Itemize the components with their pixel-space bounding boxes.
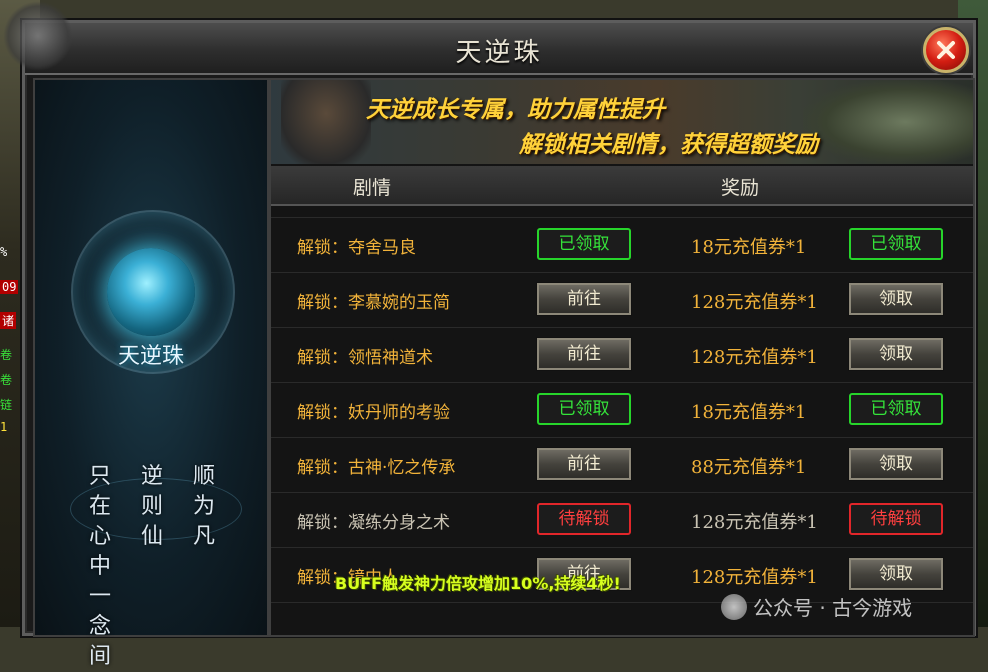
claim-button[interactable]: 领取 <box>849 338 943 370</box>
reward-label: 18元充值券*1 <box>691 237 807 258</box>
claimed-badge: 已领取 <box>537 393 631 425</box>
table-row: 解锁：古神·忆之传承 前往 88元充值券*1 领取 <box>271 437 973 493</box>
table-row: 解锁：领悟神道术 前往 128元充值券*1 领取 <box>271 327 973 383</box>
reward-label: 128元充值券*1 <box>691 567 818 588</box>
banner-line-1: 天逆成长专属，助力属性提升 <box>366 96 665 123</box>
table-row: 解锁：凝练分身之术 待解锁 128元充值券*1 待解锁 <box>271 492 973 548</box>
title-bar[interactable]: 天逆珠 <box>3 1 973 75</box>
story-label: 解锁：领悟神道术 <box>297 348 433 368</box>
table-header: 剧情 奖励 <box>271 166 973 206</box>
promo-banner: 天逆成长专属，助力属性提升 解锁相关剧情，获得超额奖励 <box>271 80 973 164</box>
claimed-badge: 已领取 <box>849 228 943 260</box>
claim-button[interactable]: 领取 <box>849 558 943 590</box>
banner-line-2: 解锁相关剧情，获得超额奖励 <box>519 131 818 158</box>
locked-badge: 待解锁 <box>537 503 631 535</box>
header-reward: 奖励 <box>721 177 760 199</box>
orb-label: 天逆珠 <box>117 344 184 369</box>
claimed-badge: 已领取 <box>537 228 631 260</box>
hud-percent: % <box>0 245 8 259</box>
banner-character <box>281 80 371 164</box>
go-button[interactable]: 前往 <box>537 448 631 480</box>
reward-label: 128元充值券*1 <box>691 292 818 313</box>
table-row: 解锁：妖丹师的考验 已领取 18元充值券*1 已领取 <box>271 382 973 438</box>
story-label: 解锁：凝练分身之术 <box>297 513 450 533</box>
claim-button[interactable]: 领取 <box>849 448 943 480</box>
hud-item-4: 1 <box>0 420 8 434</box>
watermark-text: 公众号 · 古今游戏 <box>753 596 913 620</box>
banner-dragon <box>803 80 973 164</box>
go-button[interactable]: 前往 <box>537 338 631 370</box>
poem-column-3: 只在心中一念间 <box>88 464 111 669</box>
watermark: 公众号 · 古今游戏 <box>721 592 912 621</box>
tianni-orb-icon <box>107 248 195 336</box>
window-title: 天逆珠 <box>455 38 543 68</box>
reward-panel: 天逆成长专属，助力属性提升 解锁相关剧情，获得超额奖励 剧情 奖励 解锁：夺舍马… <box>269 78 975 637</box>
hud-tag: 诸 <box>0 312 17 329</box>
table-row: 解锁：夺舍马良 已领取 18元充值券*1 已领取 <box>271 217 973 273</box>
hud-value: 09 <box>0 280 19 294</box>
close-button[interactable] <box>923 27 969 73</box>
poem-column-1: 顺为凡 <box>192 464 215 549</box>
story-label: 解锁：古神·忆之传承 <box>297 458 456 478</box>
table-row: 解锁：李慕婉的玉简 前往 128元充值券*1 领取 <box>271 272 973 328</box>
orb-panel: 天逆珠 顺为凡 逆则仙 只在心中一念间 <box>33 78 269 669</box>
story-label: 解锁：妖丹师的考验 <box>297 403 450 423</box>
claim-button[interactable]: 领取 <box>849 283 943 315</box>
header-story: 剧情 <box>353 177 392 199</box>
poem-column-2: 逆则仙 <box>140 464 163 549</box>
story-label: 解锁：李慕婉的玉简 <box>297 293 450 313</box>
story-label: 解锁：夺舍马良 <box>297 238 416 258</box>
claimed-badge: 已领取 <box>849 393 943 425</box>
locked-badge: 待解锁 <box>849 503 943 535</box>
buff-notification: BUFF触发神力倍攻增加10%,持续4秒! <box>335 574 621 593</box>
close-icon <box>937 41 955 59</box>
reward-label: 88元充值券*1 <box>691 457 807 478</box>
reward-label: 128元充值券*1 <box>691 347 818 368</box>
reward-label: 128元充值券*1 <box>691 512 818 533</box>
reward-label: 18元充值券*1 <box>691 402 807 423</box>
wechat-icon <box>721 593 747 620</box>
go-button[interactable]: 前往 <box>537 283 631 315</box>
tianni-pearl-window: 天逆珠 天逆珠 顺为凡 逆则仙 只在心中一念间 天逆成长专属，助力属性提升 解锁… <box>3 1 976 669</box>
